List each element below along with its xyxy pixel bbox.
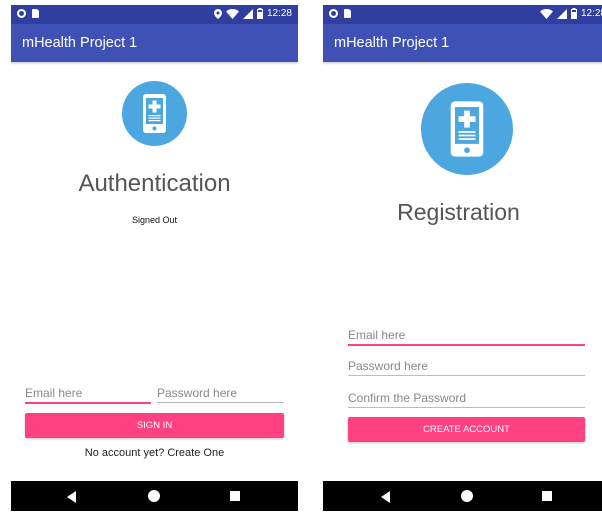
create-account-link[interactable]: No account yet? Create One — [11, 447, 298, 459]
app-bar: mHealth Project 1 — [11, 24, 298, 62]
sd-card-icon — [32, 9, 39, 18]
app-title: mHealth Project 1 — [22, 35, 138, 51]
location-icon — [213, 8, 222, 19]
mobile-health-icon — [122, 81, 187, 146]
back-icon[interactable] — [381, 491, 390, 503]
home-icon[interactable] — [148, 490, 160, 502]
status-bar: 12:28 — [11, 5, 298, 24]
clock: 12:28 — [266, 8, 292, 19]
password-input[interactable]: Password here — [348, 359, 585, 376]
status-bar: 12:28 — [323, 5, 602, 24]
confirm-password-input[interactable]: Confirm the Password — [348, 391, 585, 408]
app-bar-shadow — [323, 62, 602, 65]
navigation-bar — [11, 481, 298, 511]
page-title: Registration — [397, 199, 520, 225]
app-bar-shadow — [11, 62, 298, 65]
email-input[interactable]: Email here — [25, 386, 151, 404]
battery-icon — [570, 8, 577, 19]
app-title: mHealth Project 1 — [334, 35, 450, 51]
recents-icon[interactable] — [230, 491, 240, 501]
auth-screen: 12:28 mHealth Project 1 Authentication S… — [11, 5, 298, 511]
sign-in-button[interactable]: SIGN IN — [25, 413, 284, 438]
recents-icon[interactable] — [542, 491, 552, 501]
registration-screen: 12:28 mHealth Project 1 Registration Ema… — [323, 5, 602, 511]
battery-icon — [256, 8, 263, 19]
sd-card-icon — [344, 9, 351, 18]
mobile-health-icon — [421, 83, 513, 175]
signal-icon — [556, 8, 567, 19]
wifi-icon — [225, 8, 239, 19]
back-icon[interactable] — [67, 491, 76, 503]
wifi-icon — [539, 8, 553, 19]
app-bar: mHealth Project 1 — [323, 24, 602, 62]
notification-icon — [329, 9, 338, 18]
password-input[interactable]: Password here — [157, 386, 284, 403]
sign-in-status: Signed Out — [131, 215, 178, 225]
home-icon[interactable] — [461, 490, 473, 502]
signal-icon — [242, 8, 253, 19]
page-title: Authentication — [78, 170, 231, 197]
navigation-bar — [323, 481, 602, 511]
notification-icon — [17, 9, 26, 18]
create-account-button[interactable]: CREATE ACCOUNT — [348, 417, 585, 442]
email-input[interactable]: Email here — [348, 328, 585, 346]
clock: 12:28 — [580, 8, 602, 19]
